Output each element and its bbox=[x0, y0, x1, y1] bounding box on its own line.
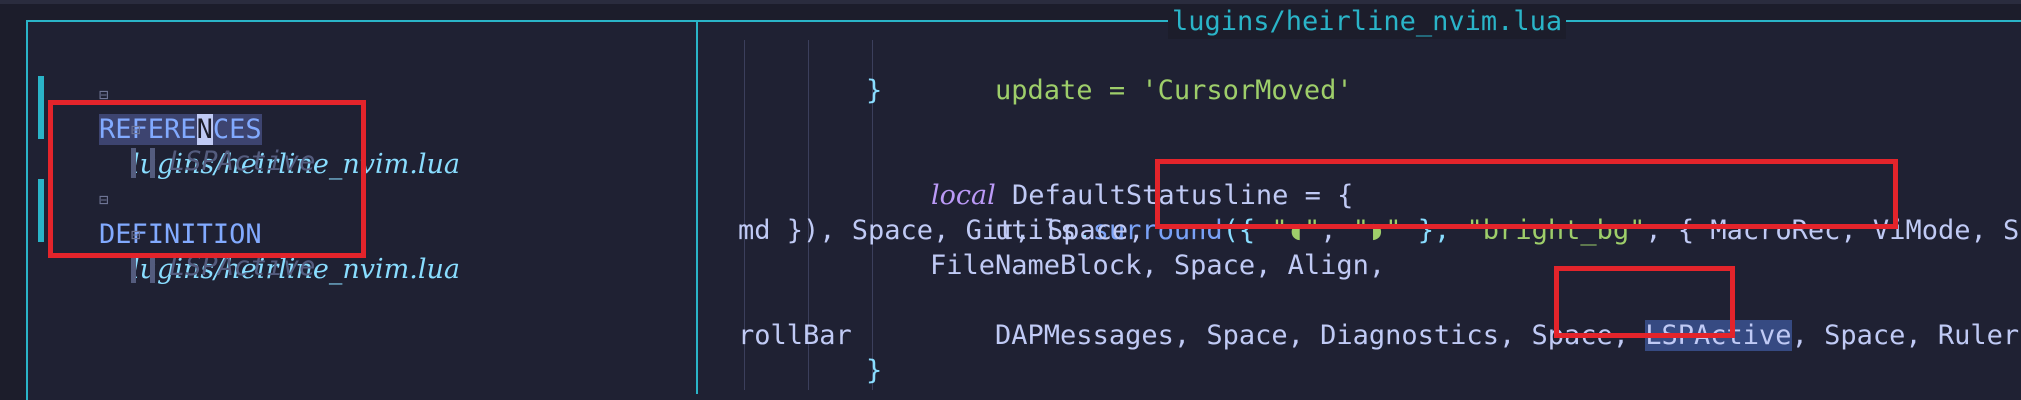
window-title: lugins/heirline_nvim.lua bbox=[1168, 5, 1567, 39]
top-strip bbox=[0, 0, 2021, 4]
section-heading-references[interactable]: ⊟ REFERENCES bbox=[34, 39, 262, 145]
code-line: FileNameBlock, Space, Align, bbox=[930, 250, 1386, 281]
highlight-box bbox=[1554, 266, 1735, 338]
highlight-box bbox=[1155, 159, 1898, 229]
code-line: } bbox=[866, 355, 883, 386]
code-line: md }), Space, Git, Space, bbox=[738, 215, 1145, 246]
code-line: } bbox=[866, 75, 883, 106]
code-line: DAPMessages, Space, Diagnostics, Space, … bbox=[995, 320, 2021, 351]
code-line: update = 'CursorMoved' bbox=[995, 75, 1353, 106]
code-line: rollBar bbox=[738, 320, 852, 351]
pane-divider[interactable] bbox=[696, 20, 698, 394]
highlight-box bbox=[48, 100, 366, 258]
